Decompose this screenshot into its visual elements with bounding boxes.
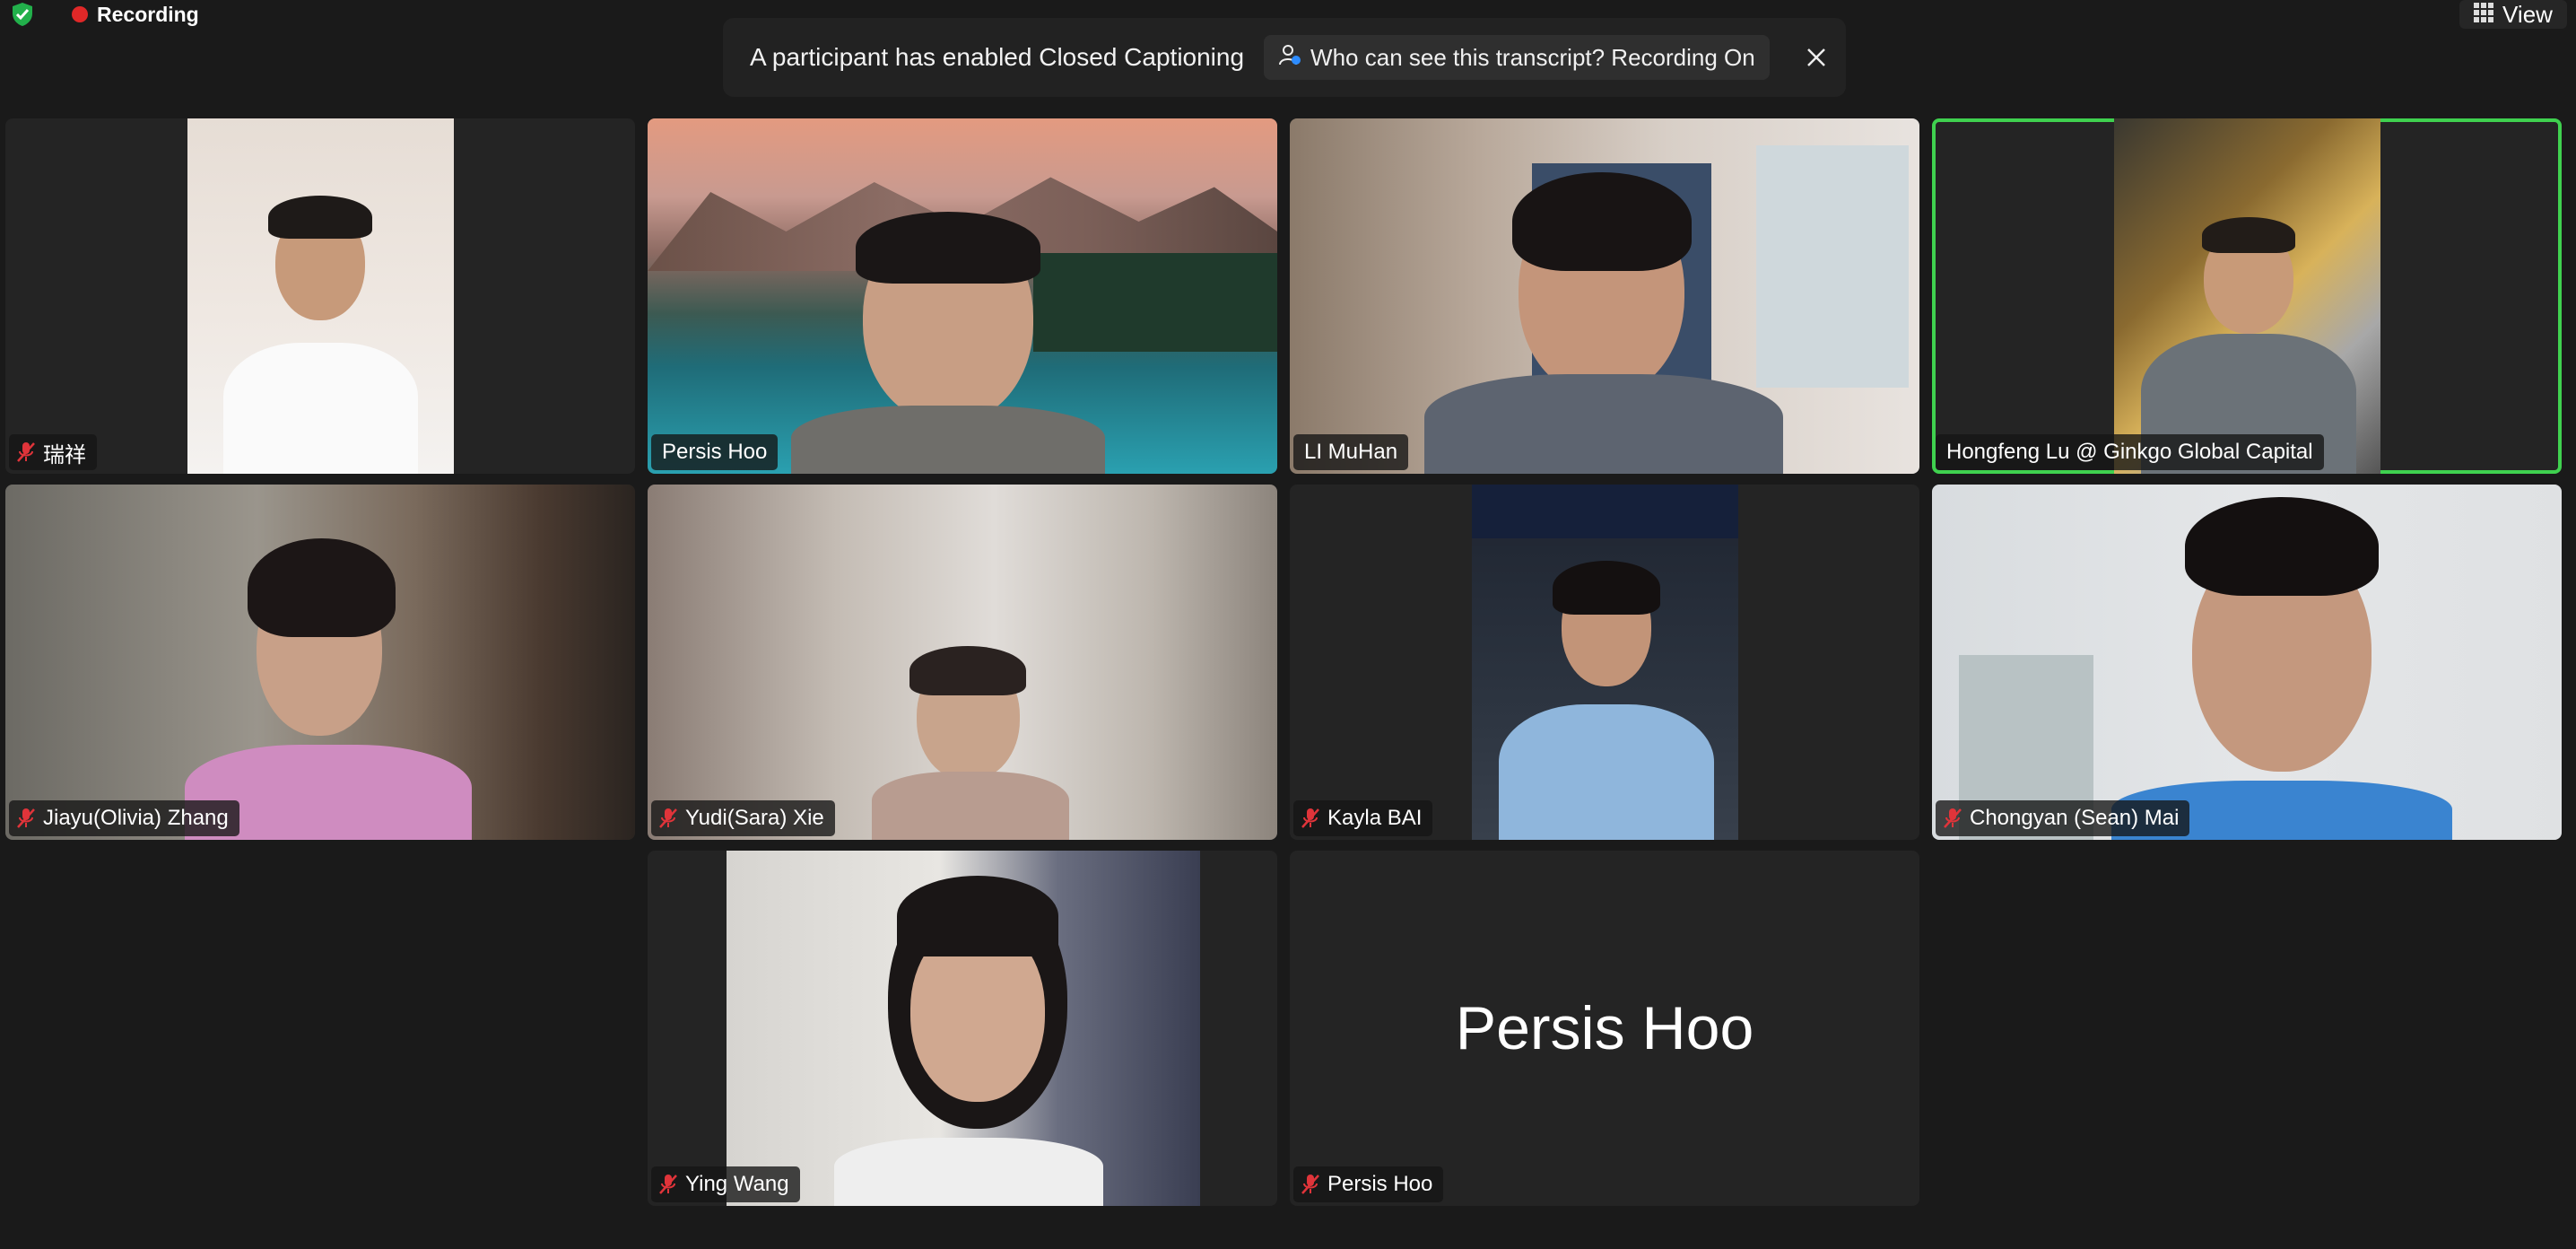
participant-name-tag: Yudi(Sara) Xie xyxy=(651,800,835,836)
participant-video xyxy=(187,118,454,474)
recording-dot-icon xyxy=(72,6,88,22)
participant-tile-2[interactable]: Persis Hoo xyxy=(648,118,1277,474)
transcript-visibility-button[interactable]: Who can see this transcript? Recording O… xyxy=(1264,35,1770,80)
participant-name: Chongyan (Sean) Mai xyxy=(1970,806,2180,830)
recording-label: Recording xyxy=(97,2,199,26)
participant-tile-8[interactable]: Chongyan (Sean) Mai xyxy=(1932,485,2562,840)
grid-icon xyxy=(2474,1,2494,29)
participant-name: Jiayu(Olivia) Zhang xyxy=(43,806,229,830)
participant-display-name: Persis Hoo xyxy=(1455,994,1754,1062)
security-shield-icon[interactable] xyxy=(9,1,36,28)
person-info-icon xyxy=(1278,43,1301,73)
participant-video xyxy=(648,485,1277,840)
participant-tile-1[interactable]: 瑞祥 xyxy=(5,118,635,474)
cc-message: A participant has enabled Closed Caption… xyxy=(750,43,1245,71)
participant-name-tag: Kayla BAI xyxy=(1293,800,1433,836)
muted-mic-icon xyxy=(1943,807,1962,830)
participant-video xyxy=(727,851,1200,1206)
participant-name: Hongfeng Lu @ Ginkgo Global Capital xyxy=(1946,440,2313,464)
participant-video xyxy=(2114,118,2380,474)
muted-mic-icon xyxy=(16,807,36,830)
participant-name: Persis Hoo xyxy=(662,440,768,464)
participant-name-tag: Ying Wang xyxy=(651,1166,800,1202)
participant-name: Yudi(Sara) Xie xyxy=(685,806,824,830)
participant-video xyxy=(5,485,635,840)
recording-indicator[interactable]: Recording xyxy=(72,3,199,27)
muted-mic-icon xyxy=(658,1173,678,1196)
participant-name-tag: Persis Hoo xyxy=(651,434,779,470)
closed-caption-banner: A participant has enabled Closed Caption… xyxy=(723,18,1846,97)
participant-name-tag: Jiayu(Olivia) Zhang xyxy=(9,800,239,836)
participant-tile-6[interactable]: Yudi(Sara) Xie xyxy=(648,485,1277,840)
participant-video xyxy=(1932,485,2562,840)
participant-video xyxy=(1290,118,1919,474)
participant-name-tag: LI MuHan xyxy=(1293,434,1409,470)
participant-name-tag: Persis Hoo xyxy=(1293,1166,1444,1202)
top-left-status: Recording xyxy=(9,0,199,29)
view-label: View xyxy=(2502,0,2553,28)
participant-tile-3[interactable]: LI MuHan xyxy=(1290,118,1919,474)
close-icon[interactable] xyxy=(1798,39,1834,75)
participant-video xyxy=(1472,485,1738,840)
participant-name: Persis Hoo xyxy=(1327,1172,1433,1196)
participant-tile-10-video-off[interactable]: Persis Hoo Persis Hoo xyxy=(1290,851,1919,1206)
participant-name: LI MuHan xyxy=(1304,440,1398,464)
participant-video xyxy=(648,118,1277,474)
muted-mic-icon xyxy=(1301,807,1320,830)
participant-tile-7[interactable]: Kayla BAI xyxy=(1290,485,1919,840)
participant-name-tag: 瑞祥 xyxy=(9,434,97,470)
participant-name: Ying Wang xyxy=(685,1172,789,1196)
muted-mic-icon xyxy=(658,807,678,830)
muted-mic-icon xyxy=(16,441,36,464)
participant-name-tag: Chongyan (Sean) Mai xyxy=(1936,800,2190,836)
participant-tile-9[interactable]: Ying Wang xyxy=(648,851,1277,1206)
view-button[interactable]: View xyxy=(2459,0,2567,29)
participant-tile-5[interactable]: Jiayu(Olivia) Zhang xyxy=(5,485,635,840)
participant-name: Kayla BAI xyxy=(1327,806,1423,830)
participant-name-tag: Hongfeng Lu @ Ginkgo Global Capital xyxy=(1936,434,2324,470)
transcript-visibility-label: Who can see this transcript? Recording O… xyxy=(1310,43,1755,71)
participant-name: 瑞祥 xyxy=(43,442,86,467)
participant-tile-4-active-speaker[interactable]: Hongfeng Lu @ Ginkgo Global Capital xyxy=(1932,118,2562,474)
muted-mic-icon xyxy=(1301,1173,1320,1196)
